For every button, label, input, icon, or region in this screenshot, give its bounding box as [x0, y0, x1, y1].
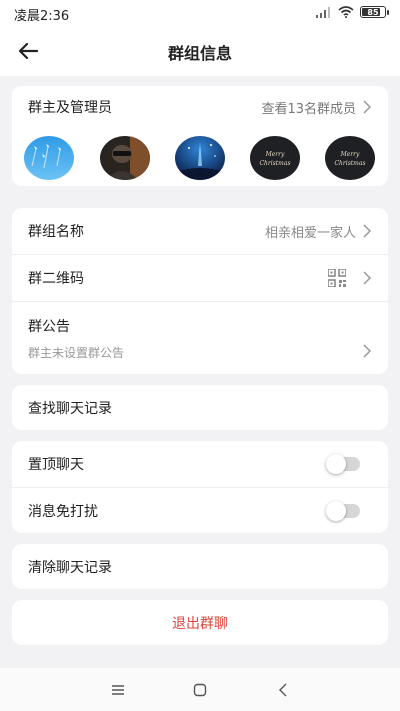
- avatar-merry-christmas-2[interactable]: Merry Christmas: [325, 136, 375, 180]
- search-history-row[interactable]: 查找聊天记录: [12, 385, 388, 430]
- menu-icon[interactable]: [108, 680, 128, 700]
- svg-text:Christmas: Christmas: [334, 160, 365, 167]
- system-nav-bar: [0, 668, 400, 711]
- chevron-right-icon: [363, 224, 372, 238]
- qrcode-icon: [328, 269, 346, 287]
- home-icon[interactable]: [190, 680, 210, 700]
- qrcode-row[interactable]: 群二维码: [12, 255, 388, 301]
- group-name-value: 相亲相爱一家人: [264, 225, 356, 241]
- search-history-card[interactable]: 查找聊天记录: [12, 385, 388, 430]
- svg-text:Merry: Merry: [340, 151, 360, 158]
- clear-history-label: 清除聊天记录: [28, 559, 112, 576]
- clear-history-card[interactable]: 清除聊天记录: [12, 544, 388, 589]
- view-members-link[interactable]: 查看13名群成员: [261, 98, 356, 117]
- exit-card[interactable]: 退出群聊: [12, 600, 388, 645]
- group-name-label: 群组名称: [28, 224, 84, 240]
- qrcode-label: 群二维码: [28, 271, 84, 287]
- mute-row: 消息免打扰: [12, 488, 388, 533]
- toggle-knob: [326, 454, 346, 474]
- search-history-label: 查找聊天记录: [28, 400, 112, 417]
- clear-history-row[interactable]: 清除聊天记录: [12, 544, 388, 589]
- status-time: 凌晨2:36: [14, 9, 70, 24]
- header: 群组信息: [0, 26, 400, 76]
- exit-group-button[interactable]: 退出群聊: [12, 613, 388, 633]
- avatar-sky-jets[interactable]: [24, 136, 74, 180]
- avatar-blue-night[interactable]: [175, 136, 225, 180]
- back-icon[interactable]: [274, 680, 294, 700]
- status-icons: 85: [316, 6, 389, 18]
- members-header-row[interactable]: 群主及管理员 查看13名群成员: [12, 86, 388, 128]
- exit-row[interactable]: 退出群聊: [12, 600, 388, 645]
- members-title: 群主及管理员: [28, 100, 112, 116]
- mute-label: 消息免打扰: [28, 503, 98, 520]
- avatar-merry-christmas[interactable]: Merry Christmas: [250, 136, 300, 180]
- notice-value: 群主未设置群公告: [28, 346, 125, 360]
- svg-text:Merry: Merry: [265, 151, 285, 158]
- wifi-icon: [338, 6, 354, 18]
- group-name-row[interactable]: 群组名称 相亲相爱一家人: [12, 208, 388, 254]
- members-card: 群主及管理员 查看13名群成员 Merry Christmas Merry Ch…: [12, 86, 388, 186]
- status-bar: 凌晨2:36 85: [0, 0, 400, 26]
- avatar-person-dark[interactable]: [100, 136, 150, 180]
- battery-level: 85: [367, 7, 379, 17]
- chevron-right-icon: [363, 344, 372, 358]
- pin-chat-row: 置顶聊天: [12, 441, 388, 487]
- pin-chat-toggle[interactable]: [326, 454, 360, 474]
- settings-card: 置顶聊天 消息免打扰: [12, 441, 388, 533]
- group-info-card: 群组名称 相亲相爱一家人 群二维码 群公告 群主未设置群公告: [12, 208, 388, 374]
- notice-row[interactable]: 群公告 群主未设置群公告: [12, 302, 388, 374]
- chevron-right-icon: [363, 100, 372, 114]
- toggle-knob: [326, 500, 346, 521]
- mute-toggle[interactable]: [326, 500, 360, 521]
- page-title: 群组信息: [167, 44, 232, 63]
- battery-icon: 85: [360, 6, 389, 18]
- svg-text:Christmas: Christmas: [259, 160, 290, 167]
- pin-chat-label: 置顶聊天: [28, 457, 84, 473]
- chevron-right-icon: [363, 271, 372, 285]
- signal-icon: [316, 6, 330, 18]
- notice-label: 群公告: [28, 319, 70, 335]
